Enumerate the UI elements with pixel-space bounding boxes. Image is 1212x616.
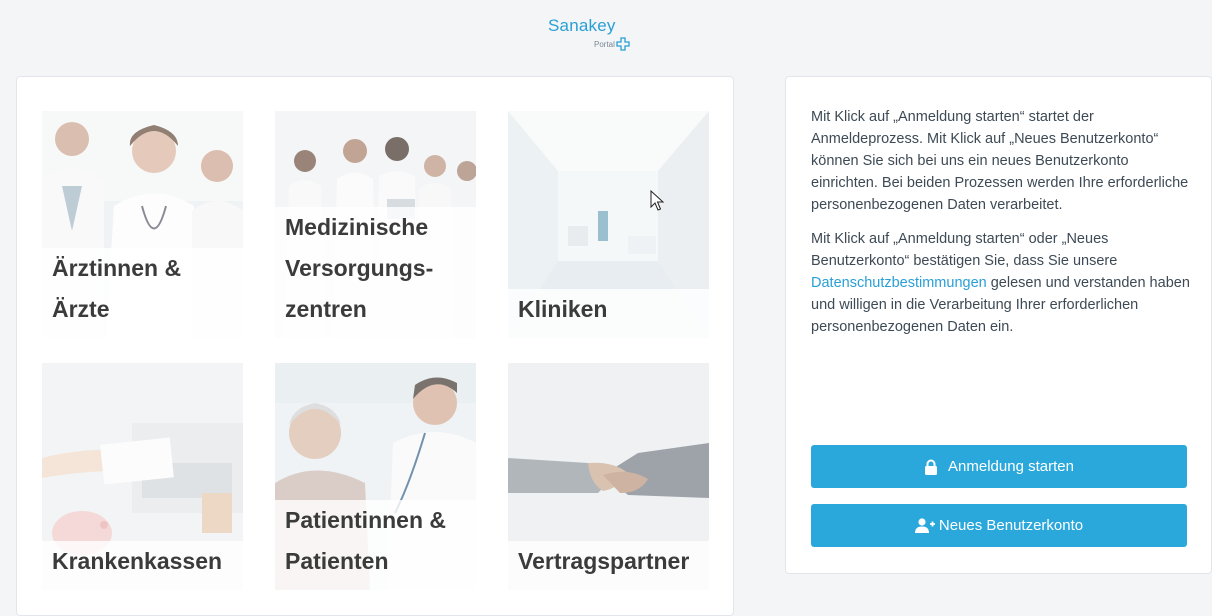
tile-vertragspartner[interactable]: Vertragspartner: [508, 363, 709, 590]
login-button-label: Anmeldung starten: [948, 458, 1074, 475]
tile-label: Krankenkassen: [42, 541, 243, 590]
logo-name: Sanakey: [548, 16, 616, 35]
tile-label: Patientinnen & Patienten: [275, 500, 476, 590]
new-account-button[interactable]: Neues Benutzerkonto: [811, 504, 1187, 547]
tile-label: Medizinische Versorgungs- zentren: [275, 207, 476, 338]
logo-subtitle: Portal: [594, 40, 615, 49]
new-account-button-label: Neues Benutzerkonto: [938, 517, 1084, 534]
info-paragraph-1: Mit Klick auf „Anmeldung starten“ starte…: [811, 109, 1189, 213]
tile-medizinische-versorgungszentren[interactable]: Medizinische Versorgungs- zentren: [275, 111, 476, 338]
medical-cross-icon: [616, 37, 630, 51]
login-start-button[interactable]: Anmeldung starten: [811, 445, 1187, 488]
tile-patientinnen-patienten[interactable]: Patientinnen & Patienten: [275, 363, 476, 590]
add-user-icon: [914, 518, 935, 533]
header: Sanakey Portal: [0, 0, 1212, 64]
lock-icon: [924, 459, 938, 475]
info-text: Mit Klick auf „Anmeldung starten“ starte…: [811, 106, 1191, 350]
tile-kliniken[interactable]: Kliniken: [508, 111, 709, 338]
tile-label: Ärztinnen & Ärzte: [42, 248, 243, 338]
sanakey-logo[interactable]: Sanakey Portal: [548, 16, 630, 56]
category-card: Ärztinnen & Ärzte Medizinische Versorgun…: [16, 76, 734, 616]
tile-label: Kliniken: [508, 289, 709, 338]
info-paragraph-2: Mit Klick auf „Anmeldung starten“ oder „…: [811, 231, 1190, 335]
login-card: Mit Klick auf „Anmeldung starten“ starte…: [785, 76, 1212, 574]
privacy-policy-link[interactable]: Datenschutzbestimmungen: [811, 275, 987, 291]
tile-label: Vertragspartner: [508, 541, 709, 590]
tile-krankenkassen[interactable]: Krankenkassen: [42, 363, 243, 590]
mouse-pointer-icon: [650, 190, 665, 211]
tile-aerztinnen-aerzte[interactable]: Ärztinnen & Ärzte: [42, 111, 243, 338]
